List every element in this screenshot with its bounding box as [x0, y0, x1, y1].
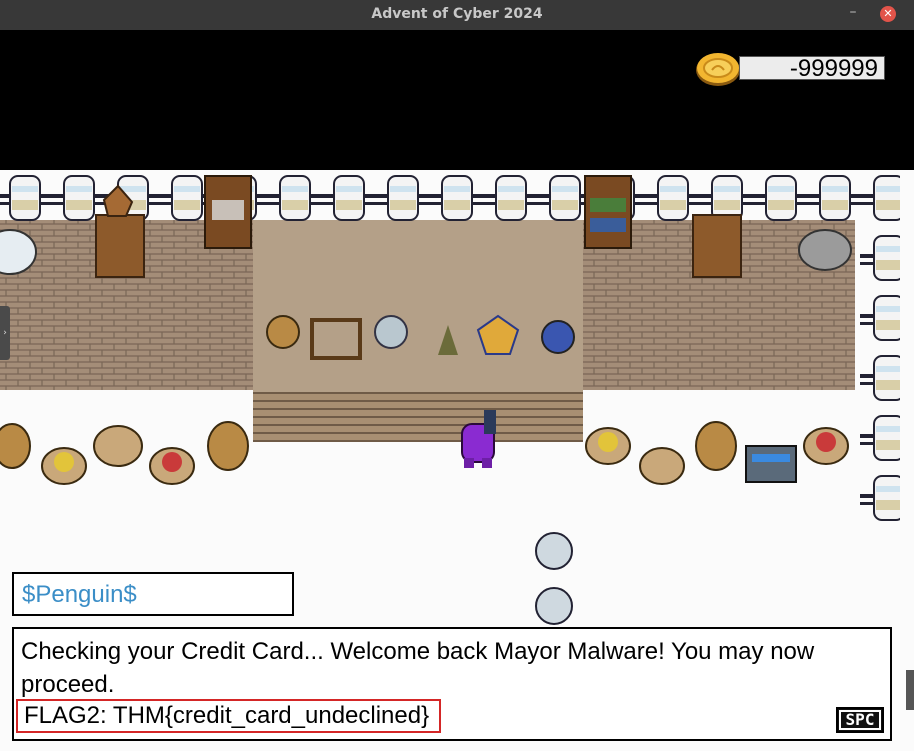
dialog-box[interactable]: Checking your Credit Card... Welcome bac… [12, 627, 892, 741]
close-button[interactable]: ✕ [880, 6, 896, 22]
speaker-name: $Penguin$ [22, 581, 137, 608]
side-panel-toggle[interactable]: › [0, 306, 10, 360]
space-key-prompt[interactable]: SPC [836, 707, 884, 733]
bookshelf [204, 175, 252, 249]
wooden-cabinet [692, 214, 742, 278]
bookshelf [584, 175, 632, 249]
right-edge-handle[interactable] [906, 670, 914, 710]
dialog-message: Checking your Credit Card... Welcome bac… [21, 638, 815, 698]
window-titlebar: Advent of Cyber 2024 – ✕ [0, 0, 914, 30]
round-table [798, 229, 852, 271]
minimize-button[interactable]: – [844, 4, 862, 24]
window-title: Advent of Cyber 2024 [371, 6, 543, 22]
coin-value: -999999 [739, 56, 885, 81]
coin-counter: -999999 [695, 50, 895, 90]
gold-coin-icon [696, 53, 740, 86]
flag-text: FLAG2: THM{credit_card_undeclined} [16, 699, 442, 733]
speaker-name-box: $Penguin$ [12, 572, 294, 616]
game-canvas[interactable]: -999999 › $Penguin$ Checking your Credit… [0, 30, 914, 751]
